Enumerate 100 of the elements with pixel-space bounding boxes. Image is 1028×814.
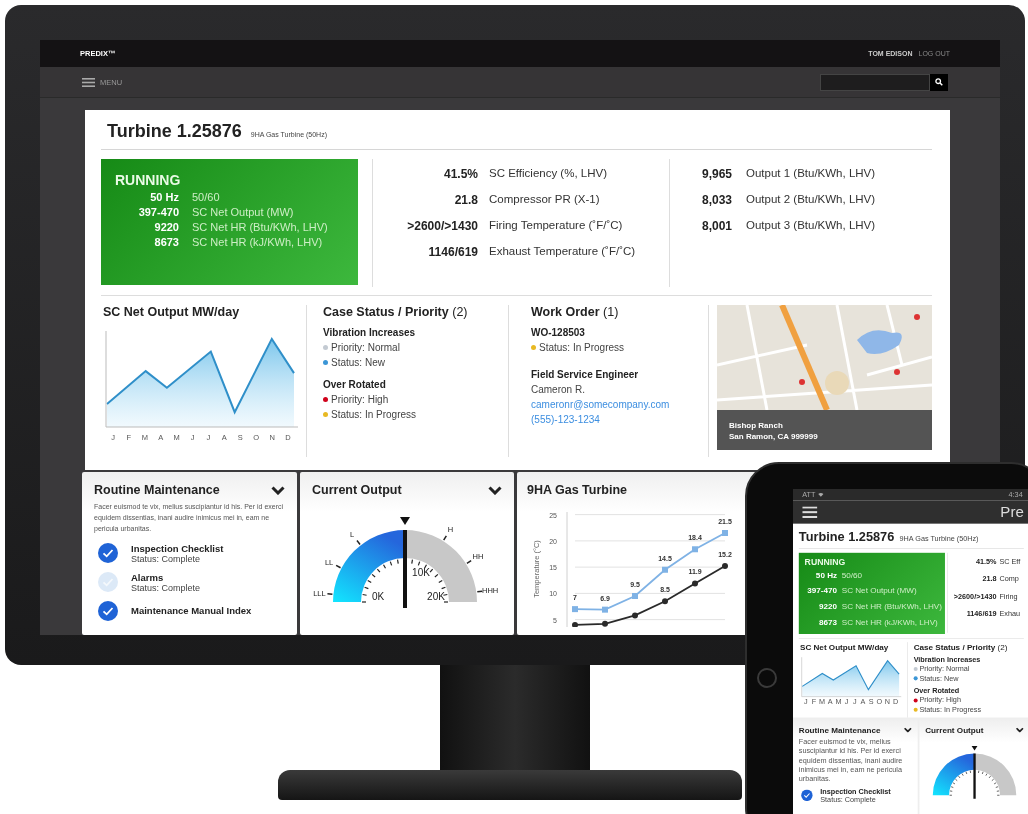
metric-value: 8,033 <box>700 193 732 207</box>
status-caption: SC Net HR (kJ/KWh, LHV) <box>841 617 938 627</box>
status-caption: SC Net HR (Btu/KWh, LHV) <box>841 601 942 611</box>
status-caption: SC Net HR (kJ/KWh, LHV) <box>192 236 323 248</box>
search-field[interactable] <box>820 73 930 91</box>
status-caption: SC Net Output (MW) <box>192 206 294 218</box>
status-label: RUNNING <box>804 556 847 567</box>
data-point <box>632 612 638 619</box>
section-title: Case Status / Priority (2) <box>913 642 1009 652</box>
data-point <box>662 598 668 605</box>
case-detail: Priority: Normal <box>331 341 400 355</box>
chevron-down-icon[interactable] <box>271 485 285 495</box>
metric-value: 9,965 <box>700 167 732 181</box>
status-caption: 50/60 <box>841 570 863 580</box>
task-name[interactable]: Maintenance Manual Index <box>131 605 252 617</box>
panel-title: Current Output <box>925 725 984 735</box>
status-value: 50 Hz <box>149 191 179 203</box>
scale-label: 10K <box>412 567 430 578</box>
search-icon <box>935 78 943 86</box>
month-label: A <box>827 697 833 707</box>
place-name: Bishop Ranch <box>729 420 784 432</box>
check-circle-icon[interactable] <box>98 543 118 564</box>
app-title: Pre <box>1000 503 1024 522</box>
data-point <box>662 566 668 573</box>
month-label: M <box>819 697 826 707</box>
data-point <box>632 593 638 599</box>
case-detail: Priority: High <box>331 393 389 407</box>
status-caption: 50/60 <box>192 191 220 203</box>
month-label: S <box>868 697 874 707</box>
metric-label: Output 2 (Btu/KWh, LHV) <box>746 193 877 207</box>
chart-title: SC Net Output MW/day <box>799 642 890 652</box>
status-value: 397-470 <box>137 206 179 218</box>
metric-label: Output 3 (Btu/KWh, LHV) <box>746 219 877 233</box>
data-point <box>572 621 578 627</box>
status-value: 9220 <box>818 601 838 611</box>
scale-label: 0K <box>371 591 385 602</box>
panel-title: Routine Maintenance <box>798 725 881 735</box>
data-point <box>692 580 698 587</box>
task-status: Status: Complete <box>131 582 201 593</box>
data-point <box>602 620 608 627</box>
data-point <box>602 606 608 613</box>
pointer-icon <box>400 517 410 525</box>
search-button[interactable] <box>930 73 948 91</box>
month-label: J <box>844 697 849 707</box>
status-value: 397-470 <box>806 585 838 596</box>
metric-value: 21.8 <box>453 193 478 207</box>
pointer-icon <box>971 745 978 751</box>
section-title: Case Status / Priority (2) <box>323 305 469 319</box>
month-label: J <box>853 697 857 707</box>
case-detail: Status: In Progress <box>331 408 417 422</box>
menu-icon[interactable] <box>802 506 818 518</box>
task-name[interactable]: Inspection Checklist <box>131 542 224 554</box>
chart-title: SC Net Output MW/day <box>103 305 241 319</box>
status-label: RUNNING <box>115 172 182 188</box>
check-circle-icon[interactable] <box>801 789 813 802</box>
section-title: Work Order (1) <box>531 305 619 319</box>
turbine-title: Turbine 1.25876 <box>798 529 895 545</box>
status-value: 8673 <box>818 617 838 627</box>
status-value: 9220 <box>153 221 179 233</box>
panel-title: Routine Maintenance <box>94 483 220 497</box>
chevron-down-icon[interactable] <box>1015 727 1024 733</box>
engineer-name: Cameron R. <box>531 383 585 397</box>
metric-label: Output 1 (Btu/KWh, LHV) <box>746 167 877 181</box>
order-status: Status: In Progress <box>539 341 625 355</box>
month-label: M <box>835 697 842 707</box>
chevron-down-icon[interactable] <box>488 485 502 495</box>
task-status: Status: Complete <box>131 553 202 564</box>
check-circle-icon[interactable] <box>98 572 118 593</box>
scale-label: 20K <box>427 591 445 602</box>
chevron-down-icon[interactable] <box>903 727 912 733</box>
email-link[interactable]: cameronr@somecompany.com <box>531 397 670 412</box>
metric-label: Compressor PR (X-1) <box>489 193 601 207</box>
case-title: Over Rotated <box>323 379 387 390</box>
phone-link[interactable]: (555)-123-1234 <box>531 412 600 427</box>
metric-value: 8,001 <box>700 219 732 233</box>
metric-value: 1146/619 <box>427 245 478 259</box>
check-circle-icon[interactable] <box>98 600 118 621</box>
turbine-title: Turbine 1.25876 <box>107 121 242 142</box>
status-caption: SC Net Output (MW) <box>841 585 917 596</box>
month-label: J <box>803 697 808 707</box>
panel-title: Current Output <box>312 483 402 497</box>
month-label: N <box>884 697 891 707</box>
metric-value: 41.5% <box>442 167 478 181</box>
metric-label: Exhaust Temperature (˚F/˚C) <box>489 245 637 259</box>
month-label: D <box>893 697 899 707</box>
engineer-heading: Field Service Engineer <box>531 369 639 380</box>
data-point <box>722 530 728 536</box>
metric-label: SC Efficiency (%, LHV) <box>489 167 608 181</box>
metric-label: Firing Temperature (˚F/˚C) <box>489 219 624 233</box>
metric-value: >2600/>1430 <box>406 219 478 233</box>
data-point <box>692 546 698 553</box>
status-value: 50 Hz <box>814 570 838 580</box>
gauge-needle <box>973 753 976 799</box>
address-text: San Ramon, CA 999999 <box>729 431 819 443</box>
month-label: F <box>811 697 817 707</box>
month-label: O <box>876 697 883 707</box>
task-name[interactable]: Alarms <box>131 571 201 583</box>
case-detail: Status: New <box>331 356 385 370</box>
status-caption: SC Net HR (Btu/KWh, LHV) <box>192 221 328 233</box>
data-point <box>722 563 728 570</box>
